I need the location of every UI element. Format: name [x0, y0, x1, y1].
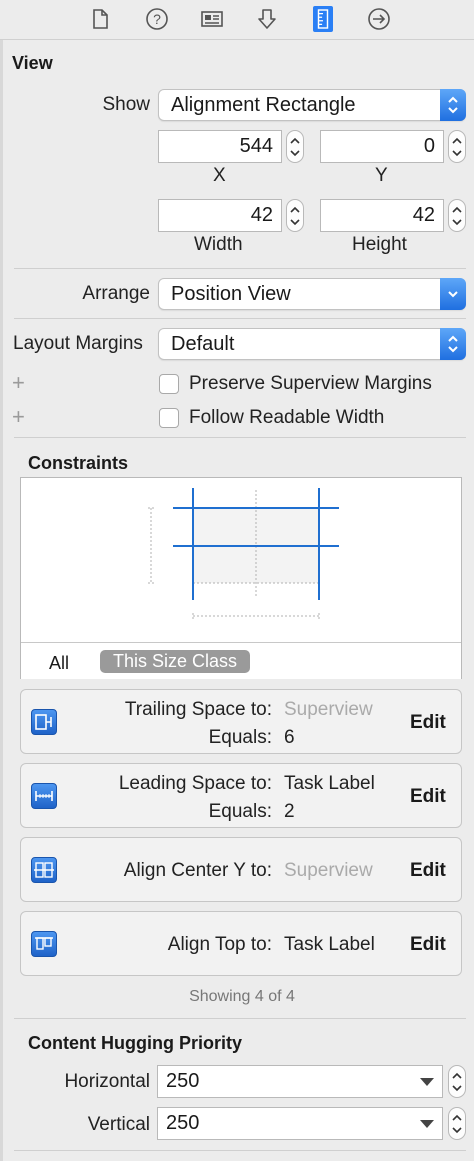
edit-button[interactable]: Edit — [410, 860, 446, 882]
vertical-priority-value: 250 — [166, 1112, 200, 1134]
stepper-arrows-icon — [452, 1114, 462, 1133]
show-popup[interactable]: Alignment Rectangle — [158, 89, 466, 121]
show-popup-value: Alignment Rectangle — [171, 94, 356, 116]
constraint-constant: 6 — [284, 727, 295, 748]
vertical-priority-stepper[interactable] — [448, 1107, 466, 1140]
constraint-label: Trailing Space to: — [124, 699, 272, 720]
layout-margins-popup[interactable]: Default — [158, 328, 466, 360]
constraints-count: Showing 4 of 4 — [189, 988, 295, 1005]
align-top-icon — [31, 931, 57, 957]
edit-button[interactable]: Edit — [410, 934, 446, 956]
constraint-label: Align Center Y to: — [123, 860, 272, 881]
divider — [14, 318, 466, 319]
hugging-section-title: Content Hugging Priority — [28, 1033, 242, 1053]
edit-button[interactable]: Edit — [410, 712, 446, 734]
x-label: X — [213, 165, 226, 186]
edit-button[interactable]: Edit — [410, 786, 446, 808]
divider — [14, 1018, 466, 1019]
stepper-arrows-icon — [452, 137, 462, 156]
divider — [14, 268, 466, 269]
constraint-constant: 2 — [284, 801, 295, 822]
constraints-diagram: All This Size Class — [20, 477, 462, 679]
preserve-margins-checkbox[interactable] — [159, 374, 179, 394]
constraint-label: Leading Space to: — [118, 773, 272, 794]
svg-text:?: ? — [153, 11, 161, 27]
arrange-label: Arrange — [82, 283, 150, 304]
leading-space-icon — [31, 783, 57, 809]
popup-updown-arrow-icon — [440, 328, 466, 360]
constraint-card-leading[interactable]: Leading Space to: Task Label Equals: 2 E… — [20, 763, 462, 828]
horizontal-priority-stepper[interactable] — [448, 1065, 466, 1098]
add-variation-plus-icon[interactable]: + — [12, 404, 25, 430]
constraint-target: Superview — [284, 860, 373, 881]
divider — [14, 1150, 466, 1151]
x-stepper[interactable] — [286, 130, 304, 163]
stepper-arrows-icon — [290, 206, 300, 225]
trailing-space-icon — [31, 709, 57, 735]
stepper-arrows-icon — [290, 137, 300, 156]
show-label: Show — [102, 94, 150, 115]
quick-help-icon[interactable]: ? — [144, 6, 170, 32]
divider — [14, 437, 466, 438]
preserve-margins-label: Preserve Superview Margins — [189, 373, 432, 394]
height-stepper[interactable] — [448, 199, 466, 232]
align-center-y-icon — [31, 857, 57, 883]
constraint-card-trailing[interactable]: Trailing Space to: Superview Equals: 6 E… — [20, 689, 462, 754]
follow-readable-width-checkbox[interactable] — [159, 408, 179, 428]
width-stepper[interactable] — [286, 199, 304, 232]
dropdown-arrow-icon[interactable] — [420, 1078, 434, 1086]
attributes-inspector-icon[interactable] — [254, 6, 280, 32]
layout-margins-popup-value: Default — [171, 333, 235, 355]
constraint-card-top[interactable]: Align Top to: Task Label Edit — [20, 911, 462, 976]
stepper-arrows-icon — [452, 206, 462, 225]
horizontal-priority-value: 250 — [166, 1070, 200, 1092]
width-field[interactable]: 42 — [158, 199, 282, 232]
constraint-label: Align Top to: — [167, 934, 272, 955]
popup-updown-arrow-icon — [440, 89, 466, 121]
inspector-toolbar: ? — [0, 0, 474, 40]
constraints-section-title: Constraints — [28, 453, 129, 473]
constraint-target: Task Label — [284, 773, 375, 794]
arrange-popup-value: Position View — [171, 283, 291, 305]
identity-inspector-icon[interactable] — [199, 6, 225, 32]
y-field[interactable]: 0 — [320, 130, 444, 163]
height-field[interactable]: 42 — [320, 199, 444, 232]
segment-this-size-class[interactable]: This Size Class — [100, 650, 251, 673]
add-variation-plus-icon[interactable]: + — [12, 370, 25, 396]
constraint-equals-label: Equals: — [208, 801, 272, 822]
y-stepper[interactable] — [448, 130, 466, 163]
x-field[interactable]: 544 — [158, 130, 282, 163]
size-inspector-icon[interactable] — [313, 6, 333, 32]
constraint-target: Superview — [284, 699, 373, 720]
y-label: Y — [375, 165, 388, 186]
size-class-segment: All This Size Class — [21, 642, 461, 679]
dropdown-arrow-icon[interactable] — [420, 1120, 434, 1128]
constraint-card-center-y[interactable]: Align Center Y to: Superview Edit — [20, 837, 462, 902]
constraints-preview-graphic — [148, 488, 339, 619]
layout-margins-label: Layout Margins — [13, 333, 143, 354]
horizontal-priority-combo[interactable]: 250 — [157, 1065, 443, 1098]
height-label: Height — [352, 234, 407, 255]
width-label: Width — [194, 234, 243, 255]
follow-readable-width-label: Follow Readable Width — [189, 407, 385, 428]
constraint-target: Task Label — [284, 934, 375, 955]
arrange-popup[interactable]: Position View — [158, 278, 466, 310]
connections-inspector-icon[interactable] — [366, 6, 392, 32]
stepper-arrows-icon — [452, 1072, 462, 1091]
constraint-equals-label: Equals: — [208, 727, 272, 748]
file-inspector-icon[interactable] — [87, 6, 113, 32]
segment-all[interactable]: All — [49, 653, 69, 674]
vertical-priority-combo[interactable]: 250 — [157, 1107, 443, 1140]
horizontal-label: Horizontal — [64, 1071, 150, 1092]
view-section-title: View — [12, 53, 53, 73]
vertical-label: Vertical — [87, 1114, 150, 1135]
chevron-down-icon — [440, 278, 466, 310]
